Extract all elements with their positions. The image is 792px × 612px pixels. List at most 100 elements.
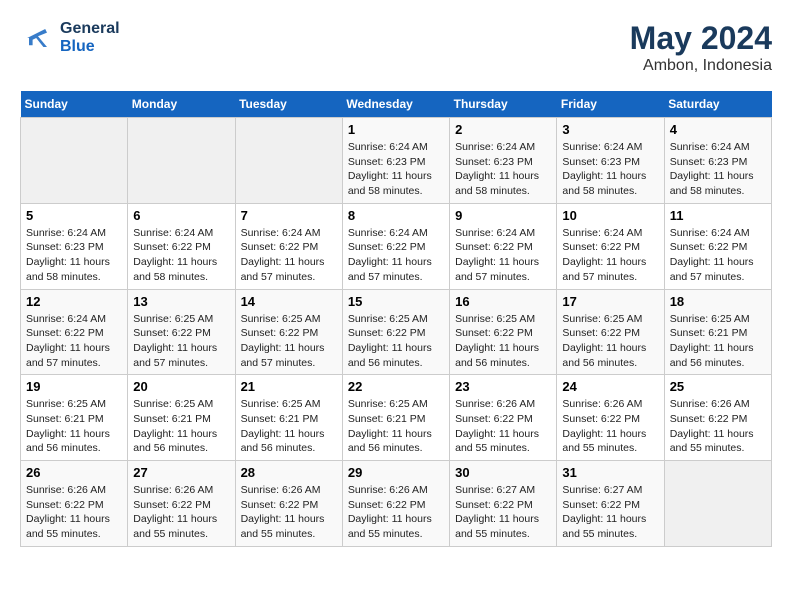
day-info: Sunrise: 6:26 AM Sunset: 6:22 PM Dayligh… (241, 483, 337, 542)
day-number: 27 (133, 465, 229, 480)
day-number: 15 (348, 294, 444, 309)
day-number: 16 (455, 294, 551, 309)
calendar-week-5: 26 Sunrise: 6:26 AM Sunset: 6:22 PM Dayli… (21, 461, 772, 547)
logo-icon (20, 20, 56, 56)
day-info: Sunrise: 6:26 AM Sunset: 6:22 PM Dayligh… (133, 483, 229, 542)
calendar-cell: 12Sunrise: 6:24 AM Sunset: 6:22 PM Dayli… (21, 289, 128, 375)
calendar-cell: 4Sunrise: 6:24 AM Sunset: 6:23 PM Daylig… (664, 118, 771, 204)
day-info: Sunrise: 6:26 AM Sunset: 6:22 PM Dayligh… (26, 483, 122, 542)
title-block: May 2024 Ambon, Indonesia (630, 20, 772, 75)
day-number: 3 (562, 122, 658, 137)
day-number: 14 (241, 294, 337, 309)
day-number: 21 (241, 379, 337, 394)
day-info: Sunrise: 6:24 AM Sunset: 6:22 PM Dayligh… (455, 226, 551, 285)
day-info: Sunrise: 6:24 AM Sunset: 6:23 PM Dayligh… (348, 140, 444, 199)
calendar-table: SundayMondayTuesdayWednesdayThursdayFrid… (20, 91, 772, 547)
day-number: 31 (562, 465, 658, 480)
day-info: Sunrise: 6:26 AM Sunset: 6:22 PM Dayligh… (670, 397, 766, 456)
calendar-cell: 3Sunrise: 6:24 AM Sunset: 6:23 PM Daylig… (557, 118, 664, 204)
page-title: May 2024 (630, 20, 772, 57)
calendar-cell (128, 118, 235, 204)
day-number: 13 (133, 294, 229, 309)
calendar-cell: 27 Sunrise: 6:26 AM Sunset: 6:22 PM Dayli… (128, 461, 235, 547)
calendar-cell: 19 Sunrise: 6:25 AM Sunset: 6:21 PM Dayli… (21, 375, 128, 461)
day-info: Sunrise: 6:25 AM Sunset: 6:22 PM Dayligh… (133, 312, 229, 371)
calendar-cell: 15 Sunrise: 6:25 AM Sunset: 6:22 PM Dayli… (342, 289, 449, 375)
day-info: Sunrise: 6:26 AM Sunset: 6:22 PM Dayligh… (348, 483, 444, 542)
day-number: 11 (670, 208, 766, 223)
day-number: 28 (241, 465, 337, 480)
day-info: Sunrise: 6:27 AM Sunset: 6:22 PM Dayligh… (455, 483, 551, 542)
page-subtitle: Ambon, Indonesia (630, 57, 772, 75)
day-number: 4 (670, 122, 766, 137)
calendar-cell: 16 Sunrise: 6:25 AM Sunset: 6:22 PM Dayli… (450, 289, 557, 375)
day-number: 24 (562, 379, 658, 394)
calendar-cell: 17 Sunrise: 6:25 AM Sunset: 6:22 PM Dayli… (557, 289, 664, 375)
day-info: Sunrise: 6:25 AM Sunset: 6:21 PM Dayligh… (26, 397, 122, 456)
day-number: 5 (26, 208, 122, 223)
day-number: 7 (241, 208, 337, 223)
calendar-cell: 9 Sunrise: 6:24 AM Sunset: 6:22 PM Daylig… (450, 203, 557, 289)
calendar-cell: 29Sunrise: 6:26 AM Sunset: 6:22 PM Dayli… (342, 461, 449, 547)
calendar-header: SundayMondayTuesdayWednesdayThursdayFrid… (21, 91, 772, 118)
day-number: 2 (455, 122, 551, 137)
calendar-cell: 30Sunrise: 6:27 AM Sunset: 6:22 PM Dayli… (450, 461, 557, 547)
calendar-week-4: 19 Sunrise: 6:25 AM Sunset: 6:21 PM Dayli… (21, 375, 772, 461)
day-number: 9 (455, 208, 551, 223)
calendar-cell: 8 Sunrise: 6:24 AM Sunset: 6:22 PM Daylig… (342, 203, 449, 289)
logo-general: General (60, 20, 120, 38)
calendar-cell: 21 Sunrise: 6:25 AM Sunset: 6:21 PM Dayli… (235, 375, 342, 461)
calendar-week-2: 5 Sunrise: 6:24 AM Sunset: 6:23 PM Daylig… (21, 203, 772, 289)
day-info: Sunrise: 6:24 AM Sunset: 6:23 PM Dayligh… (26, 226, 122, 285)
day-info: Sunrise: 6:25 AM Sunset: 6:21 PM Dayligh… (241, 397, 337, 456)
day-number: 19 (26, 379, 122, 394)
calendar-cell: 18Sunrise: 6:25 AM Sunset: 6:21 PM Dayli… (664, 289, 771, 375)
day-info: Sunrise: 6:24 AM Sunset: 6:22 PM Dayligh… (133, 226, 229, 285)
calendar-cell: 11Sunrise: 6:24 AM Sunset: 6:22 PM Dayli… (664, 203, 771, 289)
calendar-cell: 22Sunrise: 6:25 AM Sunset: 6:21 PM Dayli… (342, 375, 449, 461)
day-number: 17 (562, 294, 658, 309)
calendar-cell (235, 118, 342, 204)
calendar-cell: 25 Sunrise: 6:26 AM Sunset: 6:22 PM Dayli… (664, 375, 771, 461)
day-info: Sunrise: 6:24 AM Sunset: 6:22 PM Dayligh… (562, 226, 658, 285)
day-info: Sunrise: 6:25 AM Sunset: 6:22 PM Dayligh… (241, 312, 337, 371)
calendar-cell: 26 Sunrise: 6:26 AM Sunset: 6:22 PM Dayli… (21, 461, 128, 547)
day-number: 8 (348, 208, 444, 223)
day-number: 12 (26, 294, 122, 309)
calendar-cell: 7Sunrise: 6:24 AM Sunset: 6:22 PM Daylig… (235, 203, 342, 289)
calendar-cell: 2 Sunrise: 6:24 AM Sunset: 6:23 PM Daylig… (450, 118, 557, 204)
day-info: Sunrise: 6:26 AM Sunset: 6:22 PM Dayligh… (562, 397, 658, 456)
weekday-header-thursday: Thursday (450, 91, 557, 118)
day-number: 1 (348, 122, 444, 137)
logo-blue: Blue (60, 38, 120, 56)
calendar-cell (664, 461, 771, 547)
calendar-week-1: 1 Sunrise: 6:24 AM Sunset: 6:23 PM Daylig… (21, 118, 772, 204)
calendar-cell: 28 Sunrise: 6:26 AM Sunset: 6:22 PM Dayli… (235, 461, 342, 547)
day-number: 6 (133, 208, 229, 223)
calendar-body: 1 Sunrise: 6:24 AM Sunset: 6:23 PM Daylig… (21, 118, 772, 547)
day-info: Sunrise: 6:25 AM Sunset: 6:22 PM Dayligh… (348, 312, 444, 371)
weekday-header-wednesday: Wednesday (342, 91, 449, 118)
weekday-header-tuesday: Tuesday (235, 91, 342, 118)
weekday-header-sunday: Sunday (21, 91, 128, 118)
weekday-header-monday: Monday (128, 91, 235, 118)
calendar-cell: 20Sunrise: 6:25 AM Sunset: 6:21 PM Dayli… (128, 375, 235, 461)
day-info: Sunrise: 6:25 AM Sunset: 6:22 PM Dayligh… (562, 312, 658, 371)
day-number: 25 (670, 379, 766, 394)
calendar-cell: 10Sunrise: 6:24 AM Sunset: 6:22 PM Dayli… (557, 203, 664, 289)
day-info: Sunrise: 6:25 AM Sunset: 6:21 PM Dayligh… (348, 397, 444, 456)
logo: General Blue (20, 20, 120, 56)
day-number: 23 (455, 379, 551, 394)
day-info: Sunrise: 6:25 AM Sunset: 6:22 PM Dayligh… (455, 312, 551, 371)
calendar-cell: 6 Sunrise: 6:24 AM Sunset: 6:22 PM Daylig… (128, 203, 235, 289)
day-number: 26 (26, 465, 122, 480)
logo-text: General Blue (60, 20, 120, 55)
day-info: Sunrise: 6:25 AM Sunset: 6:21 PM Dayligh… (670, 312, 766, 371)
day-info: Sunrise: 6:26 AM Sunset: 6:22 PM Dayligh… (455, 397, 551, 456)
page-header: General Blue May 2024 Ambon, Indonesia (20, 20, 772, 75)
calendar-week-3: 12Sunrise: 6:24 AM Sunset: 6:22 PM Dayli… (21, 289, 772, 375)
day-info: Sunrise: 6:24 AM Sunset: 6:23 PM Dayligh… (455, 140, 551, 199)
calendar-cell: 14 Sunrise: 6:25 AM Sunset: 6:22 PM Dayli… (235, 289, 342, 375)
day-info: Sunrise: 6:24 AM Sunset: 6:22 PM Dayligh… (348, 226, 444, 285)
weekday-header-saturday: Saturday (664, 91, 771, 118)
